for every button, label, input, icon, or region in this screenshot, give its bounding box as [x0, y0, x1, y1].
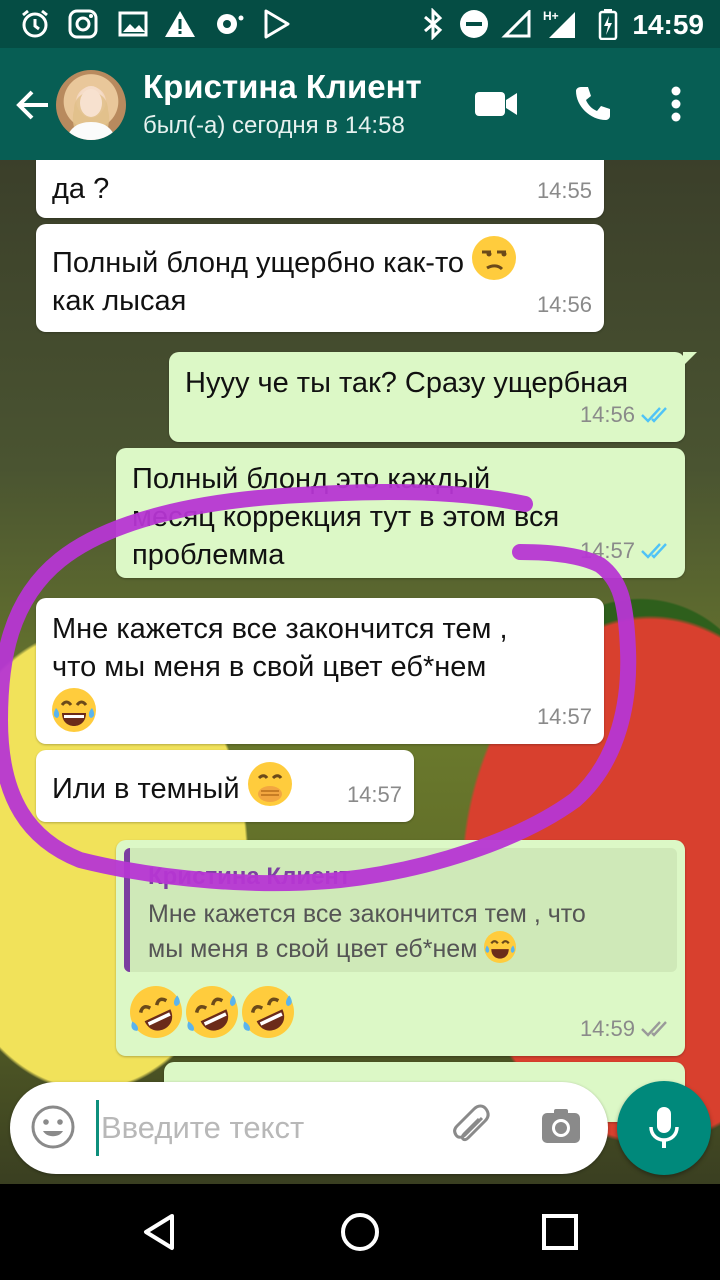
rolling-laughing-emoji [130, 986, 182, 1038]
tears-of-joy-emoji [52, 688, 96, 732]
tears-of-joy-emoji [484, 931, 517, 963]
contact-name[interactable]: Кристина Клиент [143, 68, 422, 106]
system-nav-bar [0, 1184, 720, 1280]
quoted-author: Кристина Клиент [148, 863, 351, 890]
quoted-text: Мне кажется все закончится тем , что мы … [148, 900, 586, 963]
read-ticks-icon [641, 407, 667, 423]
hand-over-mouth-emoji [247, 762, 292, 806]
mic-icon [649, 1107, 679, 1148]
message-time: 14:57 [346, 782, 402, 807]
quoted-message[interactable]: Кристина Клиент Мне кажется все закончит… [124, 848, 677, 972]
battery-icon [596, 8, 620, 40]
warning-icon [163, 8, 197, 40]
message-bubble[interactable]: да ? 14:55 [36, 160, 604, 218]
bubble-tail [683, 352, 697, 366]
alarm-icon [18, 8, 52, 40]
reply-message-bubble[interactable]: Кристина Клиент Мне кажется все закончит… [116, 840, 685, 1056]
message-input[interactable] [96, 1100, 426, 1156]
message-bubble[interactable]: Полный блонд это каждый месяц коррекция … [116, 448, 685, 578]
home-icon[interactable] [336, 1208, 384, 1256]
back-icon[interactable] [136, 1208, 184, 1256]
mic-button[interactable] [617, 1081, 711, 1175]
message-input-container[interactable] [10, 1082, 608, 1174]
status-time: 14:59 [632, 9, 704, 40]
video-call-icon[interactable] [472, 82, 520, 126]
rolling-laughing-emoji [186, 986, 238, 1038]
message-text: как лысая [52, 285, 187, 317]
emoji-row [130, 986, 294, 1038]
attach-icon[interactable] [448, 1104, 496, 1152]
recents-icon[interactable] [536, 1208, 584, 1256]
message-text: Полный блонд ущербно как-то [52, 236, 588, 282]
unamused-face-emoji [472, 236, 517, 280]
play-store-icon [260, 8, 294, 40]
message-time: 14:56 [580, 396, 673, 434]
message-time: 14:57 [536, 704, 592, 729]
message-bubble[interactable]: Или в темный 14:57 [36, 750, 414, 822]
message-time: 14:55 [536, 178, 592, 203]
instagram-icon [66, 8, 100, 40]
do-not-disturb-icon [458, 8, 490, 40]
avatar[interactable] [56, 70, 126, 140]
message-text: Мне кажется все закончится тем , [52, 613, 508, 645]
wifi-signal-icon [500, 8, 532, 40]
last-seen-status: был(-а) сегодня в 14:58 [143, 112, 405, 139]
message-bubble[interactable]: Мне кажется все закончится тем , что мы … [36, 598, 604, 744]
message-text: месяц коррекция тут в этом вся [132, 501, 560, 533]
message-bubble[interactable]: Полный блонд ущербно как-то как лысая 14… [36, 224, 604, 332]
status-bar: H+ 14:59 [0, 0, 720, 48]
message-text: Полный блонд это каждый [132, 463, 491, 495]
message-bubble[interactable]: Нууу че ты так? Сразу ущербная 14:56 [169, 352, 697, 442]
emoji-icon[interactable] [30, 1104, 76, 1150]
delivered-ticks-icon [641, 1021, 667, 1037]
more-vert-icon[interactable] [652, 82, 700, 126]
phone-icon[interactable] [568, 82, 616, 126]
read-ticks-icon [641, 543, 667, 559]
chat-area[interactable]: да ? 14:55 Полный блонд ущербно как-то к… [0, 160, 720, 1184]
message-time: 14:59 [580, 1010, 673, 1048]
message-time: 14:56 [536, 292, 592, 317]
camera-icon[interactable] [538, 1104, 584, 1150]
rolling-laughing-emoji [242, 986, 294, 1038]
signal-icon: H+ [540, 8, 580, 40]
back-arrow-icon[interactable] [14, 86, 52, 124]
message-text: да ? [52, 173, 110, 205]
message-text: что мы меня в свой цвет еб*нем [52, 651, 487, 683]
chat-header: Кристина Клиент был(-а) сегодня в 14:58 [0, 48, 720, 160]
svg-text:H+: H+ [543, 9, 559, 23]
bluetooth-icon [418, 8, 448, 40]
message-time: 14:57 [580, 532, 673, 570]
sync-icon [212, 8, 246, 40]
gallery-icon [116, 8, 150, 40]
